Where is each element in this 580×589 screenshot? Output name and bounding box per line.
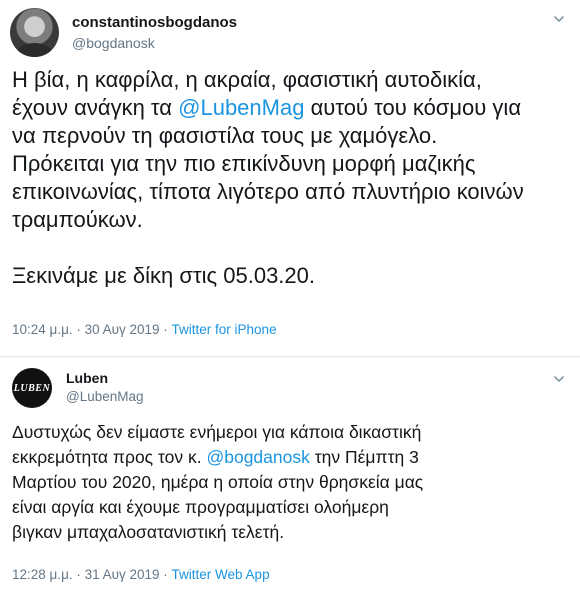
timestamp-link[interactable]: 12:28 μ.μ. · 31 Αυγ 2019 ·	[12, 567, 172, 582]
avatar[interactable]: LUBEN	[12, 368, 52, 408]
tweet-text: Η βία, η καφρίλα, η ακραία, φασιστική αυ…	[12, 66, 568, 290]
author-handle[interactable]: @bogdanosk	[72, 35, 155, 51]
divider	[0, 356, 580, 357]
author-display-name[interactable]: Luben	[66, 370, 108, 386]
chevron-down-icon[interactable]	[552, 12, 566, 26]
tweet-original: constantinosbogdanos @bogdanosk Η βία, η…	[0, 0, 580, 356]
avatar-photo-shoulders	[16, 43, 53, 57]
author-handle[interactable]: @LubenMag	[66, 389, 144, 404]
tweet-metadata: 10:24 μ.μ. · 30 Αυγ 2019 · Twitter for i…	[12, 322, 277, 337]
source-label: Twitter Web App	[171, 567, 270, 582]
timestamp-link[interactable]: 10:24 μ.μ. · 30 Αυγ 2019 ·	[12, 322, 172, 337]
luben-logo: LUBEN	[13, 382, 51, 394]
tweet-text-part: αυτού του κόσμου για να περνούν τη φασισ…	[12, 95, 524, 288]
author-display-name[interactable]: constantinosbogdanos	[72, 14, 237, 31]
tweet-metadata: 12:28 μ.μ. · 31 Αυγ 2019 · Twitter Web A…	[12, 567, 270, 582]
tweet-text: Δυστυχώς δεν είμαστε ενήμεροι για κάποια…	[12, 420, 568, 545]
chevron-down-icon[interactable]	[552, 372, 566, 386]
source-label: Twitter for iPhone	[171, 322, 277, 337]
mention-link[interactable]: @bogdanosk	[206, 447, 309, 467]
mention-link[interactable]: @LubenMag	[178, 95, 304, 120]
avatar[interactable]	[10, 8, 59, 57]
